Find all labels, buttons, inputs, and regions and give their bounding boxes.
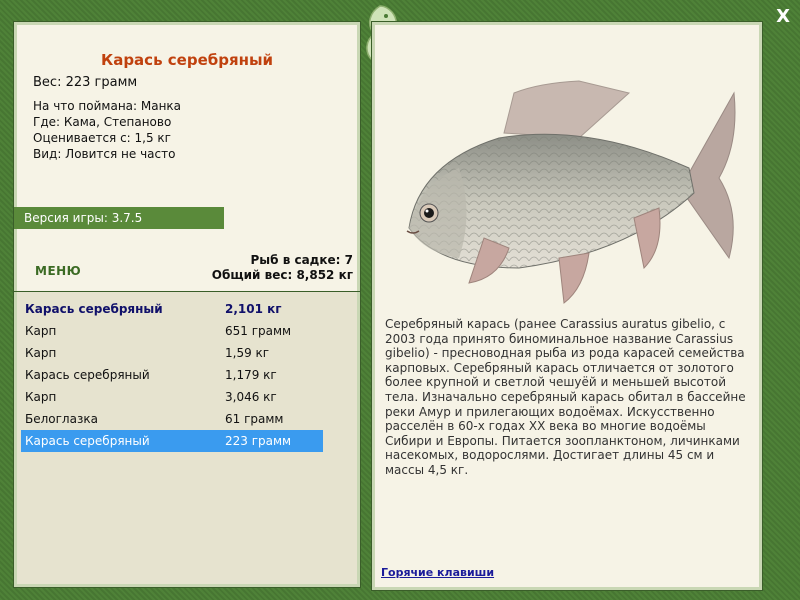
fish-info-list: На что поймана: Манка Где: Кама, Степано… <box>33 98 181 162</box>
catch-row-selected[interactable]: Карась серебряный 223 грамм <box>21 430 323 452</box>
keepnet-stats: Рыб в садке: 7 Общий вес: 8,852 кг <box>212 253 353 283</box>
catch-row[interactable]: Карп 651 грамм <box>21 320 323 342</box>
catch-name: Карп <box>25 324 57 338</box>
fish-description: Серебряный карась (ранее Carassius aurat… <box>385 317 746 477</box>
hotkeys-link[interactable]: Горячие клавиши <box>381 566 494 579</box>
info-bait: На что поймана: Манка <box>33 99 182 113</box>
catch-row[interactable]: Карп 1,59 кг <box>21 342 323 364</box>
info-location: Где: Кама, Степаново <box>33 115 172 129</box>
fish-name-title: Карась серебряный <box>100 51 274 69</box>
catch-name: Карась серебряный <box>25 368 150 382</box>
catch-row[interactable]: Карась серебряный 1,179 кг <box>21 364 323 386</box>
catch-weight: 3,046 кг <box>225 390 277 404</box>
catch-name: Белоглазка <box>25 412 98 426</box>
catch-weight: 223 грамм <box>225 434 292 448</box>
game-version-bar: Версия игры: 3.7.5 <box>14 207 224 229</box>
keepnet-count: Рыб в садке: 7 <box>250 253 354 267</box>
fish-image <box>406 80 736 304</box>
keepnet-total-weight: Общий вес: 8,852 кг <box>211 268 353 282</box>
catch-row[interactable]: Карась серебряный 2,101 кг <box>21 298 323 320</box>
close-button[interactable]: X <box>776 6 790 27</box>
fish-info-panel: Карась серебряный Вес: 223 грамм На что … <box>14 22 360 298</box>
info-valued-from: Оценивается с: 1,5 кг <box>33 131 171 145</box>
fish-weight: Вес: 223 грамм <box>33 75 138 90</box>
info-species-rarity: Вид: Ловится не часто <box>33 147 176 161</box>
catch-weight: 1,179 кг <box>225 368 277 382</box>
catch-name: Карась серебряный <box>25 302 163 316</box>
catch-list: Карась серебряный 2,101 кг Карп 651 грамм … <box>21 298 323 452</box>
catch-weight: 2,101 кг <box>225 302 282 316</box>
fish-detail-panel: Серебряный карась (ранее Carassius aurat… <box>372 22 762 590</box>
catch-name: Карп <box>25 346 57 360</box>
catch-weight: 1,59 кг <box>225 346 270 360</box>
catch-name: Карась серебряный <box>25 434 150 448</box>
catch-row[interactable]: Карп 3,046 кг <box>21 386 323 408</box>
catch-name: Карп <box>25 390 57 404</box>
catch-weight: 61 грамм <box>225 412 284 426</box>
menu-button[interactable]: МЕНЮ <box>35 264 81 278</box>
catch-list-panel: Карась серебряный 2,101 кг Карп 651 грамм … <box>14 292 360 587</box>
catch-weight: 651 грамм <box>225 324 292 338</box>
catch-row[interactable]: Белоглазка 61 грамм <box>21 408 323 430</box>
